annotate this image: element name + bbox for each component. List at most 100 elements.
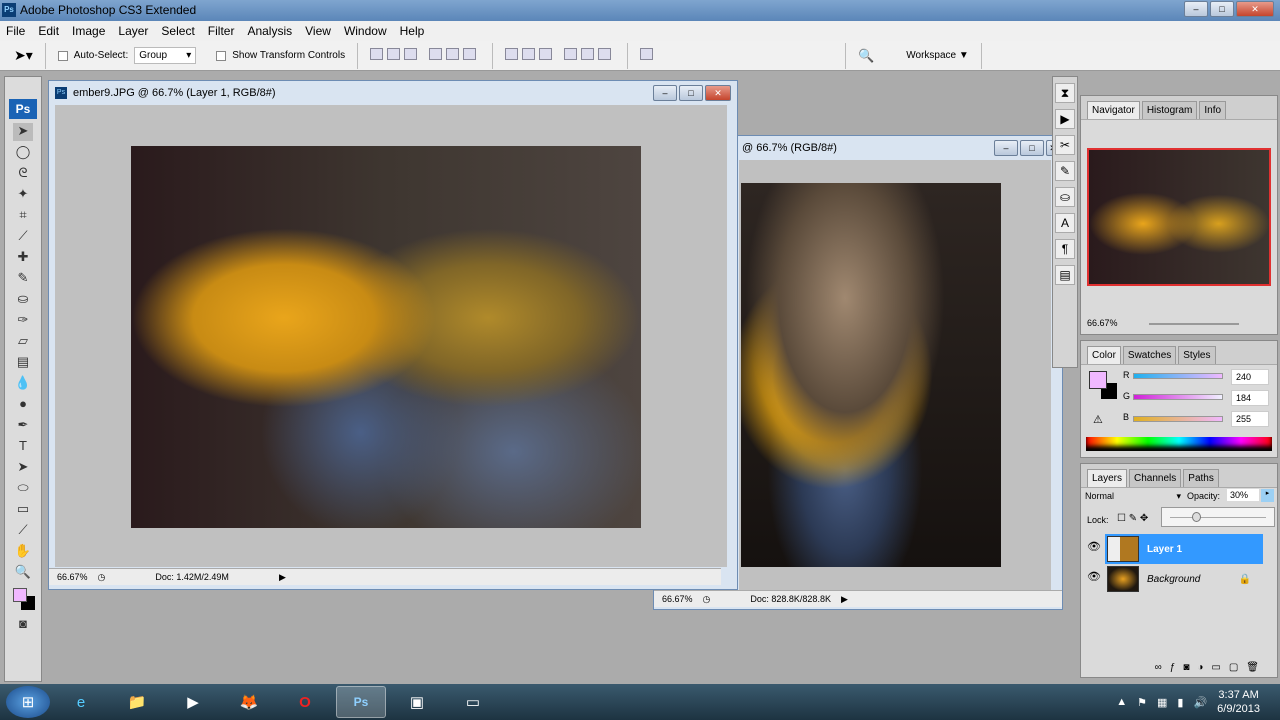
doc1-status-menu[interactable]: ▶ — [279, 572, 286, 583]
menu-analysis[interactable]: Analysis — [247, 24, 292, 41]
doc1-canvas[interactable] — [55, 105, 727, 567]
auto-select-checkbox[interactable] — [57, 50, 68, 61]
paragraph-icon[interactable]: ¶ — [1055, 239, 1075, 259]
opacity-slider-popup[interactable] — [1161, 507, 1275, 527]
tool-presets-icon[interactable]: ✂ — [1055, 135, 1075, 155]
g-slider[interactable] — [1133, 394, 1223, 400]
visibility-eye-icon[interactable]: 👁 — [1087, 540, 1101, 553]
brushes-icon[interactable]: ✎ — [1055, 161, 1075, 181]
tab-navigator[interactable]: Navigator — [1087, 101, 1140, 119]
b-slider[interactable] — [1133, 416, 1223, 422]
gamut-warning-icon[interactable]: ⚠ — [1093, 413, 1103, 426]
notes-tool-icon[interactable]: ▭ — [13, 501, 33, 519]
menu-view[interactable]: View — [305, 24, 331, 41]
doc1-minimize[interactable]: – — [653, 85, 677, 101]
history-icon[interactable]: ⧗ — [1055, 83, 1075, 103]
path-selection-icon[interactable]: ➤ — [13, 459, 33, 477]
tab-styles[interactable]: Styles — [1178, 346, 1216, 364]
blur-tool-icon[interactable]: 💧 — [13, 375, 33, 393]
window-task-icon[interactable]: ▭ — [448, 686, 498, 718]
firefox-icon[interactable]: 🦊 — [224, 686, 274, 718]
visibility-eye-icon[interactable]: 👁 — [1087, 570, 1101, 583]
r-value[interactable]: 240 — [1231, 369, 1269, 385]
dodge-tool-icon[interactable]: ● — [13, 396, 33, 414]
quick-mask-icon[interactable]: ◙ — [13, 616, 33, 634]
align-buttons[interactable] — [370, 48, 480, 63]
auto-select-dropdown[interactable]: Group ▾ — [134, 47, 197, 64]
character-icon[interactable]: A — [1055, 213, 1075, 233]
doc1-zoom[interactable]: 66.67% — [57, 572, 88, 582]
lasso-tool-icon[interactable]: ᘓ — [13, 165, 33, 183]
move-tool-icon[interactable]: ➤▾ — [14, 47, 33, 64]
menu-select[interactable]: Select — [161, 24, 194, 41]
auto-align-button[interactable] — [640, 48, 657, 63]
photoshop-task[interactable]: Ps — [336, 686, 386, 718]
maximize-button[interactable]: □ — [1210, 1, 1234, 17]
tab-paths[interactable]: Paths — [1183, 469, 1219, 487]
hand-tool-icon[interactable]: ✋ — [13, 543, 33, 561]
close-button[interactable]: ✕ — [1236, 1, 1274, 17]
eraser-tool-icon[interactable]: ▱ — [13, 333, 33, 351]
tab-info[interactable]: Info — [1199, 101, 1227, 119]
navigator-zoom[interactable]: 66.67% — [1087, 318, 1118, 328]
doc2-minimize[interactable]: – — [994, 140, 1018, 156]
navigator-preview[interactable] — [1087, 148, 1271, 286]
eyedropper-icon[interactable]: ⟋ — [13, 522, 33, 540]
layer-comps-icon[interactable]: ▤ — [1055, 265, 1075, 285]
foreground-color-swatch[interactable] — [1089, 371, 1107, 389]
action-center-icon[interactable]: ⚑ — [1137, 696, 1147, 709]
app-task-icon[interactable]: ▣ — [392, 686, 442, 718]
color-ramp[interactable] — [1086, 437, 1272, 451]
volume-icon[interactable]: 🔊 — [1193, 696, 1207, 709]
menu-image[interactable]: Image — [72, 24, 105, 41]
media-player-icon[interactable]: ▶ — [168, 686, 218, 718]
color-swatches[interactable] — [9, 586, 37, 612]
tab-swatches[interactable]: Swatches — [1122, 346, 1177, 364]
menu-file[interactable]: File — [6, 24, 25, 41]
doc1-maximize[interactable]: □ — [679, 85, 703, 101]
pen-tool-icon[interactable]: ✒ — [13, 417, 33, 435]
b-value[interactable]: 255 — [1231, 411, 1269, 427]
doc2-maximize[interactable]: □ — [1020, 140, 1044, 156]
clock[interactable]: 3:37 AM 6/9/2013 — [1217, 688, 1260, 716]
slice-tool-icon[interactable]: ⟋ — [13, 228, 33, 246]
menu-help[interactable]: Help — [400, 24, 425, 41]
bridge-icon[interactable]: 🔍 — [858, 48, 874, 64]
blend-mode-dropdown[interactable]: Normal ▾ — [1085, 491, 1181, 502]
menu-filter[interactable]: Filter — [208, 24, 235, 41]
explorer-icon[interactable]: 📁 — [112, 686, 162, 718]
minimize-button[interactable]: – — [1184, 1, 1208, 17]
g-value[interactable]: 184 — [1231, 390, 1269, 406]
r-slider[interactable] — [1133, 373, 1223, 379]
magic-wand-icon[interactable]: ✦ — [13, 186, 33, 204]
layer-row-layer1[interactable]: Layer 1 — [1105, 534, 1263, 564]
show-hidden-icons[interactable]: ▲ — [1116, 696, 1127, 708]
layer-row-background[interactable]: Background 🔒 — [1105, 564, 1263, 594]
gradient-tool-icon[interactable]: ▤ — [13, 354, 33, 372]
menu-layer[interactable]: Layer — [118, 24, 148, 41]
history-brush-icon[interactable]: ✑ — [13, 312, 33, 330]
tab-layers[interactable]: Layers — [1087, 469, 1128, 487]
tab-channels[interactable]: Channels — [1129, 469, 1182, 487]
tab-histogram[interactable]: Histogram — [1141, 101, 1198, 119]
zoom-tool-icon[interactable]: 🔍 — [13, 564, 33, 582]
clone-stamp-icon[interactable]: ⛀ — [13, 291, 33, 309]
tab-color[interactable]: Color — [1087, 346, 1121, 364]
move-tool-icon[interactable]: ➤ — [13, 123, 33, 141]
network-icon[interactable]: ▦ — [1157, 696, 1167, 709]
opacity-value[interactable]: 30% — [1227, 489, 1259, 501]
crop-tool-icon[interactable]: ⌗ — [13, 207, 33, 225]
doc2-status-menu[interactable]: ▶ — [841, 594, 848, 605]
marquee-tool-icon[interactable]: ◯ — [13, 144, 33, 162]
opera-icon[interactable]: O — [280, 686, 330, 718]
healing-brush-icon[interactable]: ✚ — [13, 249, 33, 267]
navigator-zoom-slider[interactable] — [1149, 323, 1239, 325]
doc2-canvas[interactable] — [739, 160, 1051, 590]
actions-icon[interactable]: ▶ — [1055, 109, 1075, 129]
opacity-slider-toggle[interactable]: ▸ — [1261, 489, 1274, 502]
start-button[interactable]: ⊞ — [6, 686, 50, 718]
type-tool-icon[interactable]: T — [13, 438, 33, 456]
document-window-1[interactable]: Ps ember9.JPG @ 66.7% (Layer 1, RGB/8#) –… — [48, 80, 738, 590]
workspace-button[interactable]: Workspace ▼ — [906, 50, 969, 61]
show-transform-checkbox[interactable] — [216, 50, 227, 61]
